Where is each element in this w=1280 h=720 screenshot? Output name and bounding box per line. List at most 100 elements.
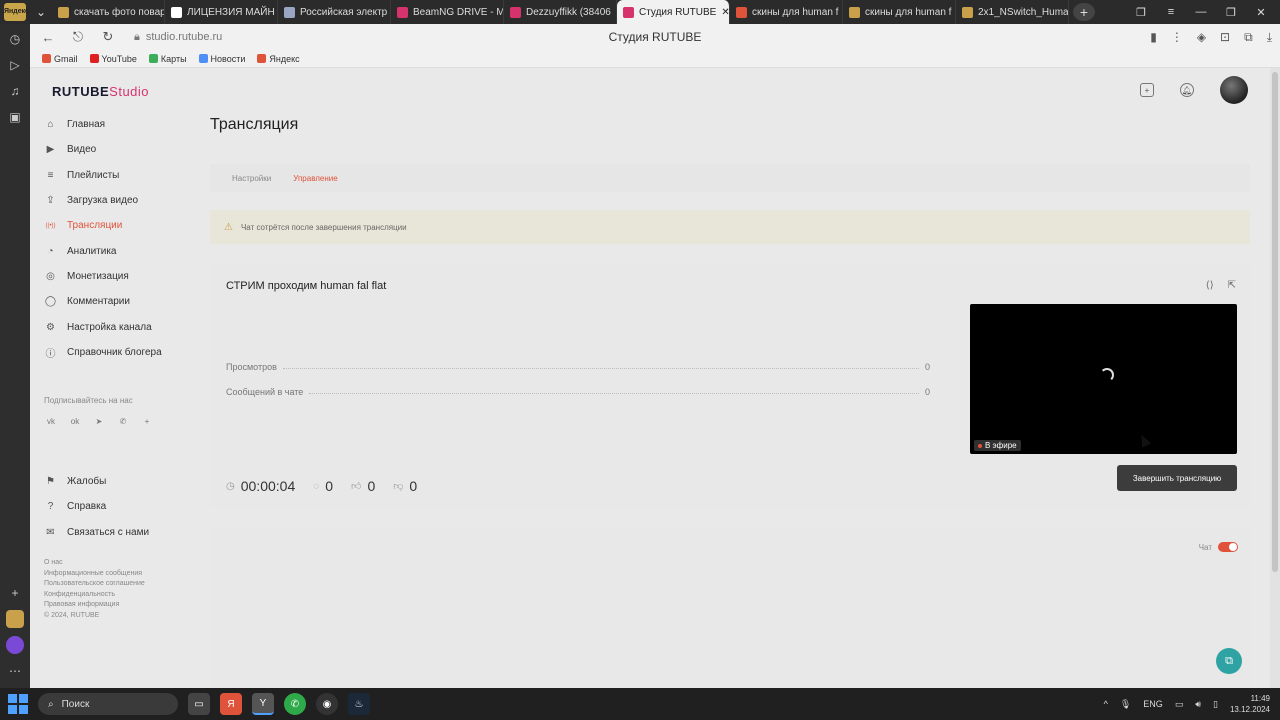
window-maximize-button[interactable]: ❐ [1218, 0, 1244, 24]
page-scrollbar[interactable] [1270, 68, 1280, 688]
tab-menu-icon[interactable]: ⌄ [30, 0, 52, 24]
download-icon[interactable]: ⤓ [1267, 30, 1272, 45]
window-close-button[interactable]: ✕ [1248, 0, 1274, 24]
sidebar-item[interactable]: ▶ Видео [44, 137, 204, 162]
back-icon[interactable]: ← [38, 30, 58, 45]
collections-icon[interactable]: ▣ [6, 108, 24, 126]
avatar[interactable] [1220, 76, 1248, 104]
footer-link[interactable]: О нас [44, 558, 145, 569]
bookmark-icon[interactable]: ▮ [1150, 30, 1157, 45]
bookmark-item[interactable]: Яндекс [257, 54, 300, 64]
sidebar-item[interactable]: ◔ Аналитика [44, 238, 204, 263]
vk-icon[interactable]: vk [46, 416, 56, 426]
tab-management[interactable]: Управление [293, 174, 337, 183]
plus-icon[interactable]: + [142, 416, 152, 426]
obs-icon[interactable]: ◉ [316, 693, 338, 715]
tab-settings[interactable]: Настройки [232, 174, 271, 183]
footer-link[interactable]: Информационные сообщения [44, 569, 145, 580]
sidebar-item[interactable]: ⚑ Жалобы [44, 469, 204, 494]
taskbar-search[interactable]: ⌕ Поиск [38, 693, 178, 715]
sidebar-item[interactable]: ? Справка [44, 494, 204, 519]
sidebar-item[interactable]: ≡ Плейлисты [44, 163, 204, 188]
sidebar-item[interactable]: ◯ Комментарии [44, 289, 204, 314]
windows-start-button[interactable] [8, 694, 28, 714]
browser-tab[interactable]: Dezzuyffikk (38406 [504, 0, 617, 24]
tray-chevron-icon[interactable]: ^ [1104, 699, 1108, 709]
app-icon[interactable] [6, 610, 24, 628]
media-icon[interactable]: ▷ [6, 56, 24, 74]
task-view-icon[interactable]: ▭ [188, 693, 210, 715]
sidebar-item[interactable]: ⓘ Справочник блогера [44, 340, 204, 365]
kebab-icon[interactable]: ⋮ [1171, 30, 1183, 45]
comment-icon: ◯ [44, 296, 57, 308]
comment-icon: ◌ [313, 480, 320, 492]
history-icon[interactable]: ◷ [6, 30, 24, 48]
steam-icon[interactable]: ♨ [348, 693, 370, 715]
browser-tab[interactable]: скины для human f [730, 0, 843, 24]
lock-status-icon[interactable]: ⊡ [1220, 30, 1230, 45]
chat-notice: ⚠ Чат сотрётся после завершения трансляц… [210, 210, 1250, 244]
close-tab-icon[interactable]: ✕ [721, 7, 729, 18]
alice-icon[interactable] [6, 636, 24, 654]
chat-toggle[interactable] [1218, 542, 1238, 552]
window-tabs-icon[interactable]: ❐ [1128, 0, 1154, 24]
footer-link[interactable]: Конфиденциальность [44, 590, 145, 601]
sidebar-item[interactable]: ⇪ Загрузка видео [44, 188, 204, 213]
sidebar-item[interactable]: ◎ Монетизация [44, 264, 204, 289]
ok-icon[interactable]: ok [70, 416, 80, 426]
add-content-icon[interactable]: + [1140, 83, 1154, 97]
url-field[interactable]: 🔒︎ studio.rutube.ru [134, 31, 222, 44]
system-clock[interactable]: 11:49 13.12.2024 [1230, 693, 1270, 715]
stream-preview[interactable]: В эфире [970, 304, 1237, 454]
protect-icon[interactable]: ◈ [1197, 30, 1206, 45]
yandex-browser-icon[interactable]: Y [252, 693, 274, 715]
footer-link[interactable]: Правовая информация [44, 600, 145, 611]
add-panel-icon[interactable]: + [6, 584, 24, 602]
whatsapp-icon[interactable]: ✆ [284, 693, 306, 715]
telegram-icon[interactable]: ➤ [94, 416, 104, 426]
window-menu-icon[interactable]: ≡ [1158, 0, 1184, 24]
volume-icon[interactable]: 🔊︎ [1195, 699, 1201, 710]
more-icon[interactable]: ⋯ [6, 662, 24, 680]
music-icon[interactable]: ♫ [6, 82, 24, 100]
yandex-app-icon[interactable]: Я [220, 693, 242, 715]
browser-tab[interactable]: скачать фото повар [52, 0, 165, 24]
notification-bell-icon[interactable]: 🔔︎ [1180, 83, 1194, 97]
bookmark-item[interactable]: Карты [148, 54, 187, 64]
end-stream-button[interactable]: Завершить трансляцию [1117, 465, 1237, 491]
favicon-icon [284, 6, 295, 18]
microphone-icon[interactable]: 🎙︎ [1120, 699, 1131, 710]
social-links: vk ok ➤ ✆ + [46, 416, 152, 426]
favicon-icon [510, 6, 521, 18]
browser-tab[interactable]: 2x1_NSwitch_Human [956, 0, 1069, 24]
forward-icon[interactable]: ⎋ [68, 29, 88, 45]
sidebar-item[interactable]: ⚙ Настройка канала [44, 314, 204, 339]
bookmark-item[interactable]: YouTube [89, 54, 137, 64]
favicon-icon [736, 6, 747, 18]
reload-icon[interactable]: ↻ [98, 29, 118, 45]
new-tab-button[interactable]: + [1073, 3, 1095, 21]
sidebar-item[interactable]: ✉ Связаться с нами [44, 520, 204, 545]
browser-tab[interactable]: Российская электр [278, 0, 391, 24]
sidebar-item[interactable]: ⌂ Главная [44, 112, 204, 137]
rutube-studio-logo[interactable]: RUTUBEStudio [52, 84, 149, 99]
viber-icon[interactable]: ✆ [118, 416, 128, 426]
browser-tab[interactable]: ЛИЦЕНЗИЯ МАЙН [165, 0, 278, 24]
battery-icon[interactable]: ▯ [1213, 699, 1218, 710]
bookmark-item[interactable]: Новости [198, 54, 245, 64]
window-minimize-button[interactable]: — [1188, 0, 1214, 24]
share-icon[interactable]: ⟨⟩ [1206, 280, 1214, 291]
bookmark-item[interactable]: Gmail [42, 54, 78, 64]
browser-tab[interactable]: скины для human f [843, 0, 956, 24]
network-icon[interactable]: ▭ [1175, 699, 1184, 710]
browser-tab[interactable]: BeamNG DRIVE - M [391, 0, 504, 24]
footer-link[interactable]: Пользовательское соглашение [44, 579, 145, 590]
sidebar-item[interactable]: ((•)) Трансляции [44, 213, 204, 238]
language-indicator[interactable]: ENG [1143, 699, 1163, 709]
browser-logo-icon[interactable]: Яндекс [0, 0, 30, 24]
external-link-icon[interactable]: ⇱ [1228, 280, 1236, 291]
browser-tab[interactable]: Студия RUTUBE ✕ [617, 0, 730, 24]
loading-spinner-icon [1100, 368, 1114, 382]
support-chat-button[interactable]: ⧉ [1216, 648, 1242, 674]
extensions-icon[interactable]: ⧉ [1244, 30, 1253, 45]
